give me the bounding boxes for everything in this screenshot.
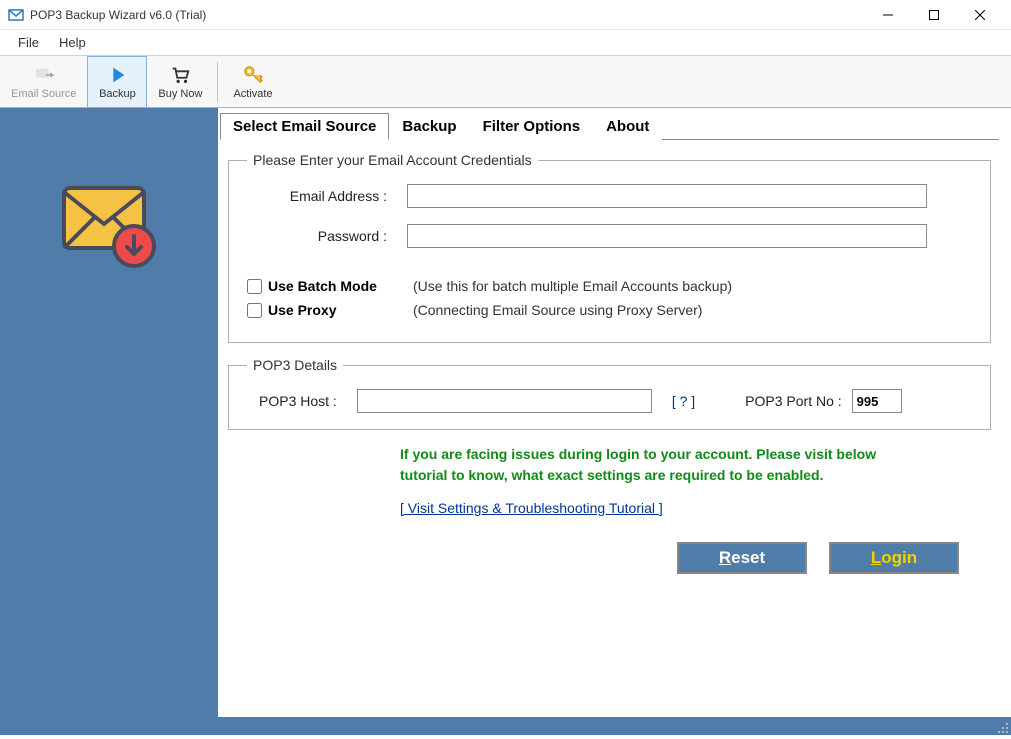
- tab-filter-options[interactable]: Filter Options: [470, 113, 594, 140]
- tabs: Select Email Source Backup Filter Option…: [220, 112, 999, 140]
- pop3-fieldset: POP3 Details POP3 Host : [ ? ] POP3 Port…: [228, 357, 991, 430]
- email-field[interactable]: [407, 184, 927, 208]
- tool-activate[interactable]: Activate: [222, 56, 283, 108]
- status-bar: [0, 717, 1011, 735]
- proxy-checkbox[interactable]: [247, 303, 262, 318]
- tab-select-email-source[interactable]: Select Email Source: [220, 113, 389, 140]
- menu-bar: File Help: [0, 30, 1011, 56]
- maximize-button[interactable]: [911, 0, 957, 30]
- pop3-port-field[interactable]: [852, 389, 902, 413]
- batch-mode-label: Use Batch Mode: [268, 278, 413, 294]
- main-panel: Select Email Source Backup Filter Option…: [218, 108, 1011, 717]
- window-controls: [865, 0, 1003, 30]
- tab-backup[interactable]: Backup: [389, 113, 469, 140]
- close-button[interactable]: [957, 0, 1003, 30]
- password-field[interactable]: [407, 224, 927, 248]
- action-buttons: Reset Login: [220, 542, 959, 574]
- reset-button[interactable]: Reset: [677, 542, 807, 574]
- toolbar-separator: [217, 62, 218, 102]
- tool-email-source: Email Source: [0, 56, 87, 108]
- pop3-legend: POP3 Details: [247, 357, 343, 373]
- login-button[interactable]: Login: [829, 542, 959, 574]
- tool-backup[interactable]: Backup: [87, 56, 147, 108]
- tab-about[interactable]: About: [593, 113, 662, 140]
- menu-file[interactable]: File: [8, 31, 49, 54]
- cart-icon: [169, 64, 191, 86]
- batch-mode-hint: (Use this for batch multiple Email Accou…: [413, 278, 732, 294]
- pop3-help-link[interactable]: [ ? ]: [672, 393, 695, 409]
- tool-backup-label: Backup: [99, 88, 136, 100]
- menu-help[interactable]: Help: [49, 31, 96, 54]
- tool-activate-label: Activate: [233, 88, 272, 100]
- email-label: Email Address :: [247, 188, 407, 204]
- toolbar: Email Source Backup Buy Now Activate: [0, 56, 1011, 108]
- password-label: Password :: [247, 228, 407, 244]
- key-icon: [242, 64, 264, 86]
- login-tip-text: If you are facing issues during login to…: [400, 444, 880, 486]
- window-title: POP3 Backup Wizard v6.0 (Trial): [30, 8, 865, 22]
- tutorial-link[interactable]: [ Visit Settings & Troubleshooting Tutor…: [400, 500, 663, 516]
- credentials-fieldset: Please Enter your Email Account Credenti…: [228, 152, 991, 343]
- app-icon: [8, 7, 24, 23]
- proxy-label: Use Proxy: [268, 302, 413, 318]
- email-source-icon: [33, 64, 55, 86]
- tool-buy-now[interactable]: Buy Now: [147, 56, 213, 108]
- resize-grip-icon[interactable]: [997, 721, 1009, 733]
- pop3-port-label: POP3 Port No :: [745, 393, 841, 409]
- envelope-download-icon: [54, 168, 164, 283]
- minimize-button[interactable]: [865, 0, 911, 30]
- proxy-hint: (Connecting Email Source using Proxy Ser…: [413, 302, 702, 318]
- pop3-host-field[interactable]: [357, 389, 652, 413]
- pop3-host-label: POP3 Host :: [259, 393, 337, 409]
- batch-mode-checkbox[interactable]: [247, 279, 262, 294]
- tool-buy-now-label: Buy Now: [158, 88, 202, 100]
- credentials-legend: Please Enter your Email Account Credenti…: [247, 152, 538, 168]
- title-bar: POP3 Backup Wizard v6.0 (Trial): [0, 0, 1011, 30]
- sidebar: [0, 108, 218, 717]
- tool-email-source-label: Email Source: [11, 88, 76, 100]
- backup-icon: [106, 64, 128, 86]
